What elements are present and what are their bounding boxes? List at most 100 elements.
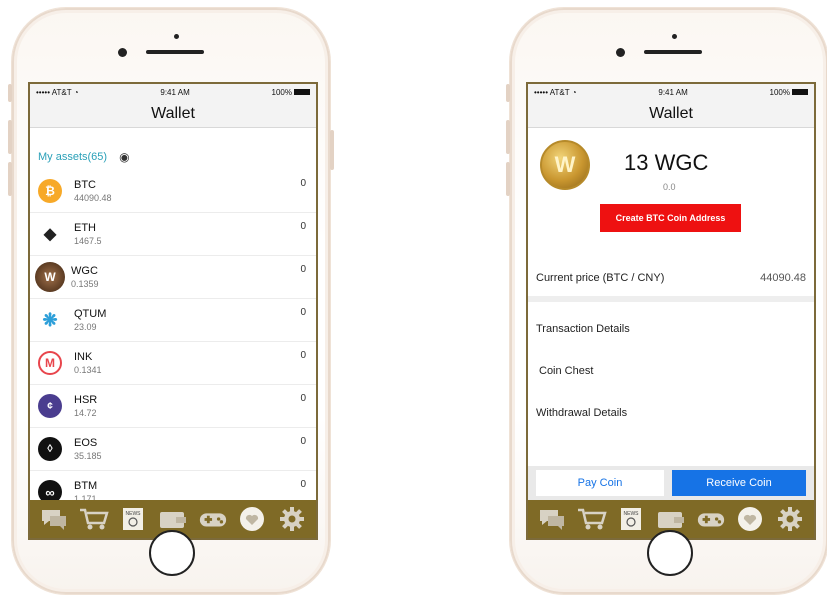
asset-symbol: ETH xyxy=(74,222,96,234)
asset-price: 0.1341 xyxy=(74,365,102,375)
asset-symbol: EOS xyxy=(74,437,98,449)
wifi-icon: ◔ xyxy=(571,87,577,97)
asset-symbol: WGC xyxy=(71,265,98,277)
nav-bar: Wallet xyxy=(30,100,316,128)
asset-price: 1467.5 xyxy=(74,236,102,246)
asset-row-wgc[interactable]: W WGC 0.1359 0 xyxy=(30,256,316,299)
ethereum-icon: ◆ xyxy=(38,222,62,246)
tab-chat[interactable] xyxy=(537,506,567,532)
news-label: NEWS xyxy=(624,511,640,517)
heart-icon xyxy=(738,507,763,531)
heart-icon xyxy=(240,507,265,531)
asset-row-eth[interactable]: ◆ ETH 1467.5 0 xyxy=(30,213,316,256)
asset-price: 44090.48 xyxy=(74,193,112,203)
mute-switch xyxy=(8,84,12,102)
asset-price: 0.1359 xyxy=(71,279,99,289)
eye-icon[interactable]: ◉ xyxy=(119,150,129,164)
asset-list: ₿ BTC 44090.48 0 ◆ ETH 1467.5 0 W WGC 0.… xyxy=(30,170,316,514)
battery-icon xyxy=(792,89,808,96)
pay-coin-button[interactable]: Pay Coin xyxy=(536,470,664,496)
tab-news[interactable]: NEWS xyxy=(118,506,148,532)
gamepad-icon xyxy=(697,513,724,527)
asset-balance: 0 xyxy=(300,221,306,232)
mute-switch xyxy=(506,84,510,102)
tab-wallet[interactable] xyxy=(656,506,686,532)
clock-label: 9:41 AM xyxy=(658,87,688,97)
transaction-details-item[interactable]: Transaction Details xyxy=(528,308,814,350)
menu-item-label: Coin Chest xyxy=(539,365,594,377)
menu-item-label: Transaction Details xyxy=(536,323,630,335)
news-icon: NEWS xyxy=(621,508,642,530)
price-value: 44090.48 xyxy=(760,272,806,284)
home-button[interactable] xyxy=(149,530,195,576)
tab-chat[interactable] xyxy=(39,506,69,532)
ink-icon: M xyxy=(38,351,62,375)
tab-shop[interactable] xyxy=(577,506,607,532)
front-camera xyxy=(616,48,625,57)
asset-balance: 0 xyxy=(300,350,306,361)
power-button xyxy=(330,130,334,170)
sensor-dot xyxy=(672,34,677,39)
create-address-button[interactable]: Create BTC Coin Address xyxy=(600,204,741,232)
earpiece-speaker xyxy=(146,50,204,54)
cart-icon xyxy=(79,508,109,530)
asset-symbol: HSR xyxy=(74,394,98,406)
assets-header: My assets(65) ◉ xyxy=(30,128,316,168)
status-bar: ••••• AT&T ◔ 9:41 AM 100% xyxy=(528,84,814,100)
wgc-icon: W xyxy=(35,262,65,292)
assets-count-label: My assets(65) xyxy=(38,151,108,163)
sensor-dot xyxy=(174,34,179,39)
tab-favorites[interactable] xyxy=(237,506,267,532)
withdrawal-details-item[interactable]: Withdrawal Details xyxy=(528,392,814,434)
asset-symbol: BTM xyxy=(74,480,98,492)
action-bar: Pay Coin Receive Coin xyxy=(528,466,814,500)
asset-row-hsr[interactable]: ¢ HSR 14.72 0 xyxy=(30,385,316,428)
tab-news[interactable]: NEWS xyxy=(616,506,646,532)
volume-down-button xyxy=(8,162,12,196)
gear-icon xyxy=(280,507,305,531)
asset-balance: 0 xyxy=(300,307,306,318)
coin-chest-item[interactable]: Coin Chest xyxy=(528,350,814,392)
qtum-icon: ❋ xyxy=(38,308,62,332)
nav-bar: Wallet xyxy=(528,100,814,128)
page-title: Wallet xyxy=(649,104,693,122)
asset-symbol: BTC xyxy=(74,179,96,191)
tab-games[interactable] xyxy=(198,506,228,532)
eos-icon: ◊ xyxy=(38,437,62,461)
carrier-label: ••••• AT&T ◔ xyxy=(534,87,577,97)
tab-favorites[interactable] xyxy=(735,506,765,532)
asset-balance: 0 xyxy=(300,264,306,275)
tab-shop[interactable] xyxy=(79,506,109,532)
tab-settings[interactable] xyxy=(277,506,307,532)
price-label: Current price (BTC / CNY) xyxy=(536,272,665,284)
asset-balance: 0 xyxy=(300,178,306,189)
asset-row-eos[interactable]: ◊ EOS 35.185 0 xyxy=(30,428,316,471)
battery-indicator: 100% xyxy=(272,88,310,97)
volume-up-button xyxy=(506,120,510,154)
coin-amount: 13 WGC xyxy=(624,150,709,175)
tab-games[interactable] xyxy=(696,506,726,532)
tab-settings[interactable] xyxy=(775,506,805,532)
home-button[interactable] xyxy=(647,530,693,576)
carrier-label: ••••• AT&T ◔ xyxy=(36,87,79,97)
page-title: Wallet xyxy=(151,104,195,122)
coin-summary: W 13 WGC 0.0 Create BTC Coin Address xyxy=(528,128,814,246)
asset-symbol: QTUM xyxy=(74,308,107,320)
asset-price: 23.09 xyxy=(74,322,97,332)
asset-row-qtum[interactable]: ❋ QTUM 23.09 0 xyxy=(30,299,316,342)
chat-icon xyxy=(41,510,66,530)
gamepad-icon xyxy=(199,513,226,527)
asset-balance: 0 xyxy=(300,393,306,404)
asset-symbol: INK xyxy=(74,351,93,363)
bitcoin-icon: ₿ xyxy=(38,179,62,203)
volume-up-button xyxy=(8,120,12,154)
receive-coin-button[interactable]: Receive Coin xyxy=(672,470,806,496)
phone-frame-left: ••••• AT&T ◔ 9:41 AM 100% Wallet My asse… xyxy=(8,8,334,594)
earpiece-speaker xyxy=(644,50,702,54)
tab-wallet[interactable] xyxy=(158,506,188,532)
current-price-row: Current price (BTC / CNY) 44090.48 xyxy=(528,260,814,302)
hsr-icon: ¢ xyxy=(38,394,62,418)
menu-item-label: Withdrawal Details xyxy=(536,407,628,419)
asset-row-btc[interactable]: ₿ BTC 44090.48 0 xyxy=(30,170,316,213)
asset-row-ink[interactable]: M INK 0.1341 0 xyxy=(30,342,316,385)
